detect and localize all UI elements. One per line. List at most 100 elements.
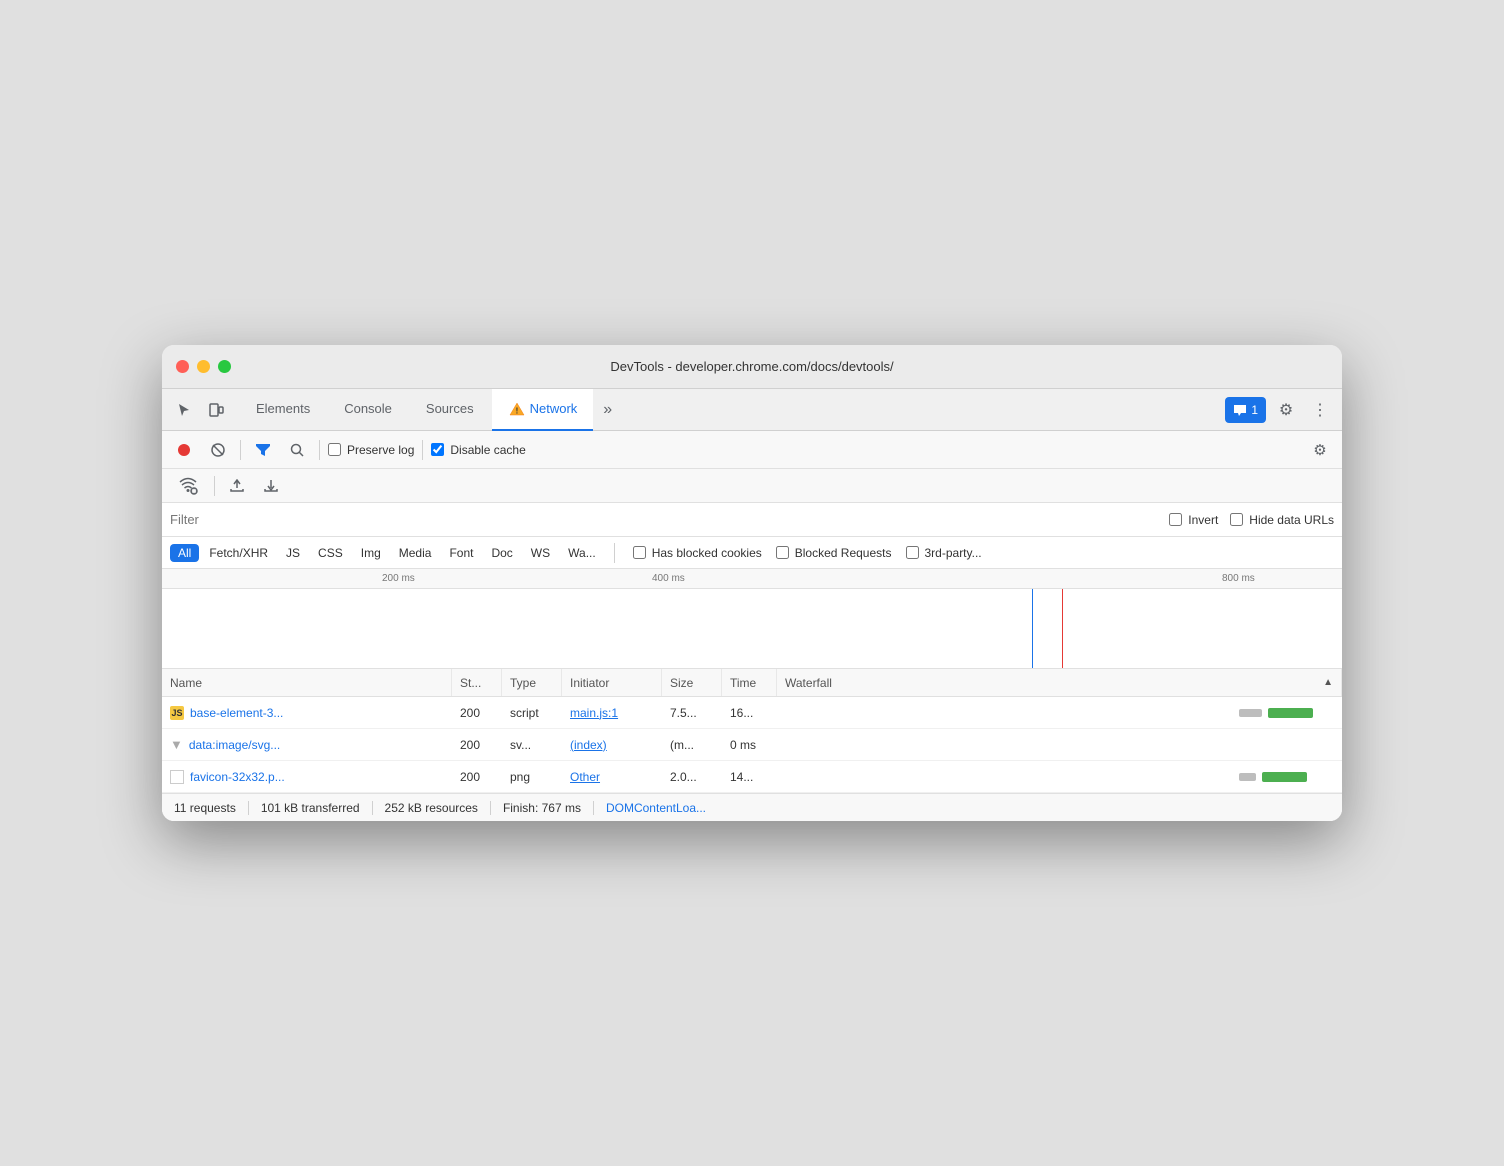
device-icon-button[interactable] xyxy=(202,396,230,424)
table-header: Name St... Type Initiator Size Time xyxy=(162,669,1342,697)
import-button[interactable] xyxy=(223,472,251,500)
disable-cache-checkbox[interactable] xyxy=(431,443,444,456)
minimize-button[interactable] xyxy=(197,360,210,373)
third-party-checkbox[interactable] xyxy=(906,546,919,559)
clear-button[interactable] xyxy=(204,436,232,464)
filter-img-button[interactable]: Img xyxy=(353,544,389,562)
row-size-1: (m... xyxy=(662,729,722,760)
filter-js-button[interactable]: JS xyxy=(278,544,308,562)
hide-data-urls-label[interactable]: Hide data URLs xyxy=(1230,513,1334,527)
row-name-2: favicon-32x32.p... xyxy=(162,761,452,792)
record-icon xyxy=(177,443,191,457)
row-name-1: ▼ data:image/svg... xyxy=(162,729,452,760)
invert-checkbox[interactable] xyxy=(1169,513,1182,526)
device-icon xyxy=(208,402,224,418)
th-time[interactable]: Time xyxy=(722,669,777,696)
gear-icon: ⚙ xyxy=(1279,400,1293,420)
filter-all-button[interactable]: All xyxy=(170,544,199,562)
wifi-settings-button[interactable] xyxy=(170,472,206,500)
feedback-badge-button[interactable]: 1 xyxy=(1225,397,1266,423)
th-name[interactable]: Name xyxy=(162,669,452,696)
divider-3 xyxy=(422,440,423,460)
row-time-0: 16... xyxy=(722,697,777,728)
divider-4 xyxy=(214,476,215,496)
blocked-cookies-checkbox[interactable] xyxy=(633,546,646,559)
filter-ws-button[interactable]: WS xyxy=(523,544,558,562)
tab-sources[interactable]: Sources xyxy=(410,389,490,431)
more-tabs-button[interactable]: » xyxy=(595,389,620,431)
status-bar: 11 requests 101 kB transferred 252 kB re… xyxy=(162,793,1342,821)
filter-fetch-button[interactable]: Fetch/XHR xyxy=(201,544,276,562)
maximize-button[interactable] xyxy=(218,360,231,373)
blocked-requests-checkbox[interactable] xyxy=(776,546,789,559)
dots-icon: ⋮ xyxy=(1312,400,1328,420)
type-filter-bar: All Fetch/XHR JS CSS Img Media Font Doc xyxy=(162,537,1342,569)
divider-2 xyxy=(319,440,320,460)
filter-media-button[interactable]: Media xyxy=(391,544,440,562)
filter-icon xyxy=(256,444,270,456)
tab-bar-icons xyxy=(170,396,230,424)
record-button[interactable] xyxy=(170,436,198,464)
th-waterfall[interactable]: Waterfall ▲ xyxy=(777,669,1342,696)
cursor-icon-button[interactable] xyxy=(170,396,198,424)
th-status[interactable]: St... xyxy=(452,669,502,696)
table-row[interactable]: favicon-32x32.p... 200 png Other 2.0... … xyxy=(162,761,1342,793)
settings-button[interactable]: ⚙ xyxy=(1272,396,1300,424)
row-size-2: 2.0... xyxy=(662,761,722,792)
blocked-requests-label[interactable]: Blocked Requests xyxy=(776,546,892,560)
network-settings-button[interactable]: ⚙ xyxy=(1306,436,1334,464)
domcontentloaded-link[interactable]: DOMContentLoa... xyxy=(606,801,706,815)
waterfall-green-bar xyxy=(1268,708,1313,718)
third-party-label[interactable]: 3rd-party... xyxy=(906,546,982,560)
disable-cache-label[interactable]: Disable cache xyxy=(431,443,525,457)
close-button[interactable] xyxy=(176,360,189,373)
table-row[interactable]: JS base-element-3... 200 script main.js:… xyxy=(162,697,1342,729)
timeline-ruler: 200 ms 400 ms 800 ms xyxy=(162,569,1342,589)
row-type-1: sv... xyxy=(502,729,562,760)
invert-label[interactable]: Invert xyxy=(1169,513,1218,527)
row-name-0: JS base-element-3... xyxy=(162,697,452,728)
blocked-cookies-label[interactable]: Has blocked cookies xyxy=(633,546,762,560)
row-size-0: 7.5... xyxy=(662,697,722,728)
titlebar: DevTools - developer.chrome.com/docs/dev… xyxy=(162,345,1342,389)
export-button[interactable] xyxy=(257,472,285,500)
gear-icon-small: ⚙ xyxy=(1313,441,1326,459)
timeline-body xyxy=(162,589,1342,669)
tab-bar: Elements Console Sources ! Network xyxy=(162,389,1342,431)
dom-content-loaded-marker xyxy=(1032,589,1033,669)
filter-button[interactable] xyxy=(249,436,277,464)
js-icon: JS xyxy=(170,706,184,720)
row-status-0: 200 xyxy=(452,697,502,728)
row-waterfall-1 xyxy=(777,729,1342,760)
block-icon xyxy=(211,443,225,457)
filter-font-button[interactable]: Font xyxy=(441,544,481,562)
more-options-button[interactable]: ⋮ xyxy=(1306,396,1334,424)
search-button[interactable] xyxy=(283,436,311,464)
tick-800ms: 800 ms xyxy=(1222,573,1255,584)
preserve-log-label[interactable]: Preserve log xyxy=(328,443,414,457)
tab-elements[interactable]: Elements xyxy=(240,389,326,431)
th-size[interactable]: Size xyxy=(662,669,722,696)
filter-wa-button[interactable]: Wa... xyxy=(560,544,604,562)
download-icon xyxy=(264,479,278,493)
load-marker xyxy=(1062,589,1063,669)
tab-console[interactable]: Console xyxy=(328,389,408,431)
tab-bar-right: 1 ⚙ ⋮ xyxy=(1225,396,1334,424)
preserve-log-checkbox[interactable] xyxy=(328,443,341,456)
filter-doc-button[interactable]: Doc xyxy=(483,544,520,562)
devtools-window: DevTools - developer.chrome.com/docs/dev… xyxy=(162,345,1342,821)
hide-data-urls-checkbox[interactable] xyxy=(1230,513,1243,526)
search-icon xyxy=(290,443,304,457)
waterfall-gray-bar xyxy=(1239,709,1262,717)
tab-network[interactable]: ! Network xyxy=(492,389,594,431)
row-type-2: png xyxy=(502,761,562,792)
filter-bar: Filter Invert Hide data URLs xyxy=(162,503,1342,537)
row-waterfall-2 xyxy=(777,761,1342,792)
filter-css-button[interactable]: CSS xyxy=(310,544,351,562)
th-type[interactable]: Type xyxy=(502,669,562,696)
img-icon xyxy=(170,770,184,784)
table-row[interactable]: ▼ data:image/svg... 200 sv... (index) (m… xyxy=(162,729,1342,761)
th-initiator[interactable]: Initiator xyxy=(562,669,662,696)
message-icon xyxy=(1233,404,1247,416)
transferred-size: 101 kB transferred xyxy=(261,801,373,815)
